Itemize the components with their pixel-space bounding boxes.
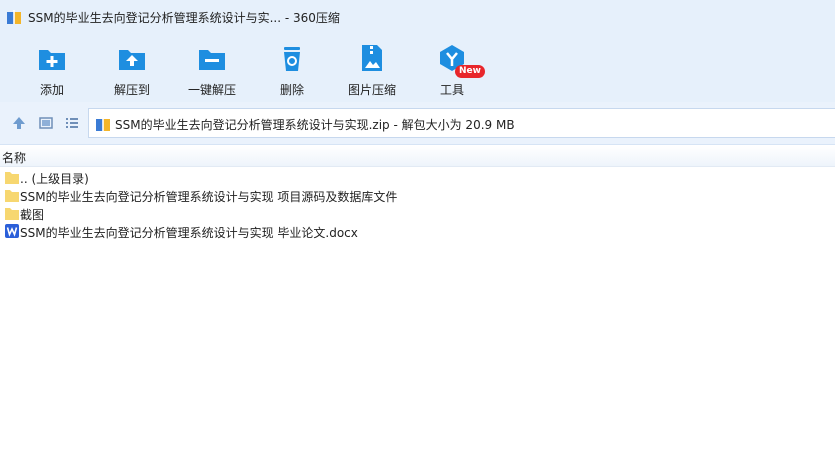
delete-button[interactable]: 删除 xyxy=(257,40,327,98)
one-click-extract-button-label: 一键解压 xyxy=(187,83,236,97)
list-item[interactable]: SSM的毕业生去向登记分析管理系统设计与实现 项目源码及数据库文件 xyxy=(0,186,835,204)
new-badge: New xyxy=(455,65,485,78)
list-item[interactable]: .. (上级目录) xyxy=(0,168,835,186)
list-item[interactable]: SSM的毕业生去向登记分析管理系统设计与实现 毕业论文.docx xyxy=(0,222,835,240)
folder-icon xyxy=(5,190,19,202)
delete-icon xyxy=(284,47,300,71)
column-header: 名称 xyxy=(0,146,835,167)
word-document-icon xyxy=(5,224,19,238)
thumbnail-view-icon[interactable] xyxy=(38,115,54,131)
image-compress-button[interactable]: 图片压缩 xyxy=(337,40,407,98)
window-title: SSM的毕业生去向登记分析管理系统设计与实... - 360压缩 xyxy=(28,11,340,25)
address-bar[interactable]: SSM的毕业生去向登记分析管理系统设计与实现.zip - 解包大小为 20.9 … xyxy=(88,108,835,138)
one-click-extract-button[interactable]: 一键解压 xyxy=(177,40,247,98)
image-compress-button-label: 图片压缩 xyxy=(347,83,396,97)
add-button-label: 添加 xyxy=(39,83,64,97)
zip-file-icon xyxy=(96,117,110,131)
list-view-icon[interactable] xyxy=(64,115,80,131)
tools-button-label: 工具 xyxy=(439,83,464,97)
title-bar: SSM的毕业生去向登记分析管理系统设计与实... - 360压缩 xyxy=(0,0,835,34)
toolbar: 添加 解压到 一键解压 删除 图片压缩 工具 New xyxy=(0,34,835,102)
column-header-name[interactable]: 名称 xyxy=(2,149,26,166)
list-item-name: SSM的毕业生去向登记分析管理系统设计与实现 项目源码及数据库文件 xyxy=(20,190,398,204)
folder-icon xyxy=(5,208,19,220)
extract-to-button-label: 解压到 xyxy=(113,83,150,97)
archive-path: SSM的毕业生去向登记分析管理系统设计与实现.zip - 解包大小为 20.9 … xyxy=(115,118,515,132)
folder-icon xyxy=(5,172,19,184)
list-item-name: 截图 xyxy=(20,208,45,222)
address-row: SSM的毕业生去向登记分析管理系统设计与实现.zip - 解包大小为 20.9 … xyxy=(0,102,835,145)
delete-button-label: 删除 xyxy=(279,83,304,97)
one-click-extract-icon xyxy=(199,50,225,70)
list-item-name: SSM的毕业生去向登记分析管理系统设计与实现 毕业论文.docx xyxy=(20,226,358,240)
extract-to-icon xyxy=(119,50,145,70)
image-compress-icon xyxy=(362,45,382,71)
list-item-name: .. (上级目录) xyxy=(20,172,89,186)
add-icon xyxy=(39,50,65,70)
up-level-icon[interactable] xyxy=(11,115,27,131)
archive-app-icon xyxy=(7,10,21,24)
add-button[interactable]: 添加 xyxy=(17,40,87,98)
list-item[interactable]: 截图 xyxy=(0,204,835,222)
extract-to-button[interactable]: 解压到 xyxy=(97,40,167,98)
